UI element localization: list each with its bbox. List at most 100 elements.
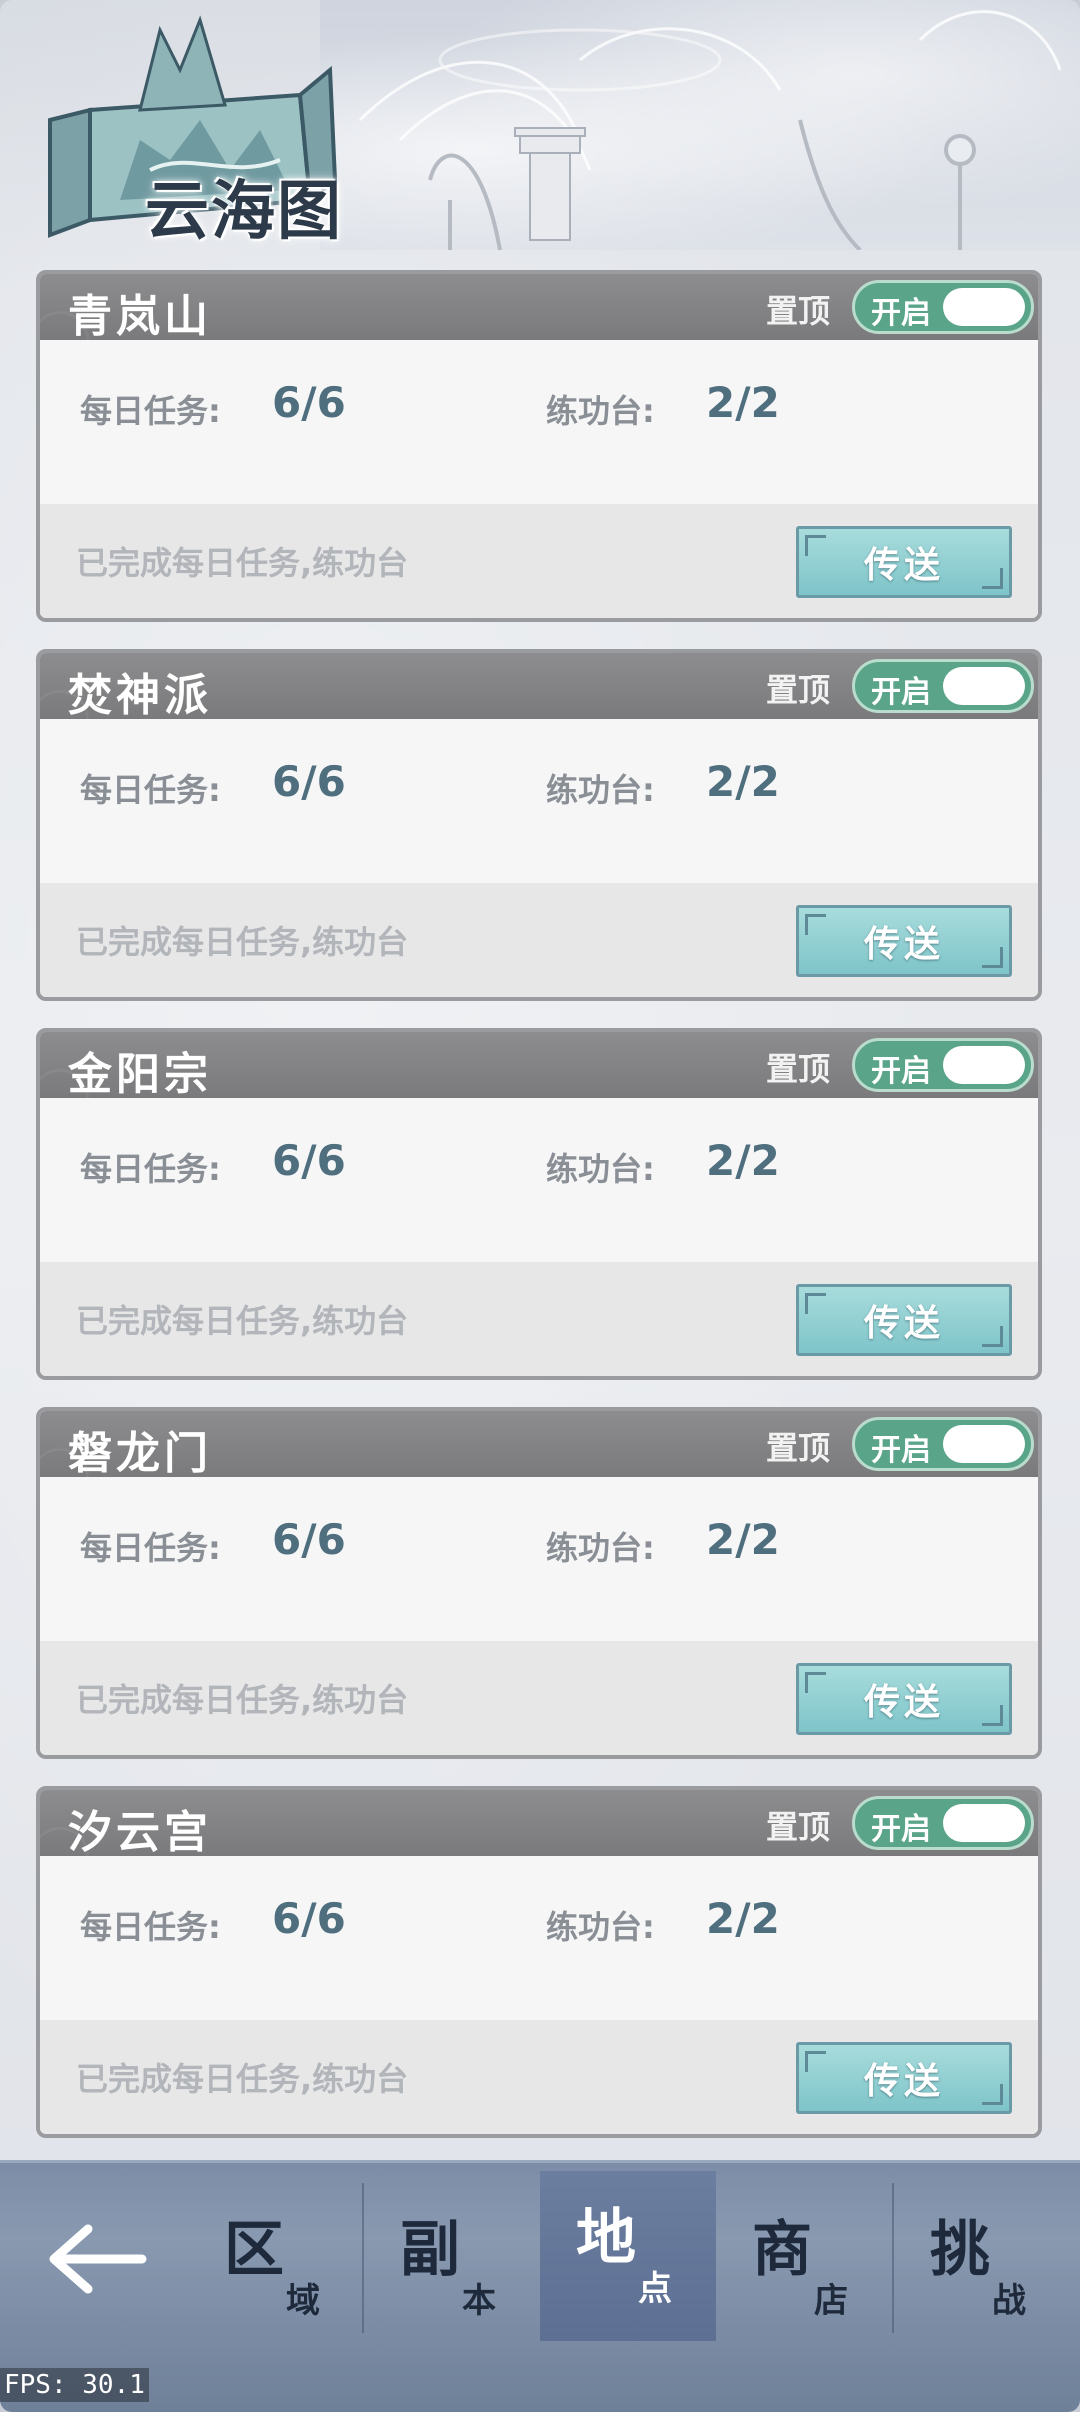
app-window: 云海图 青岚山 置顶 开启 每日任务: 6/6 练功台: 2/2 已完成每日任务…	[0, 0, 1080, 2412]
pin-label: 置顶	[765, 1429, 830, 1467]
nav-tab-main-char: 地	[576, 2203, 636, 2273]
daily-task-label: 每日任务:	[80, 1529, 221, 1567]
location-card: 金阳宗 置顶 开启 每日任务: 6/6 练功台: 2/2 已完成每日任务,练功台…	[36, 1028, 1042, 1380]
toggle-label: 开启	[871, 296, 931, 331]
card-footer: 已完成每日任务,练功台 传送	[40, 1641, 1038, 1755]
nav-tab-main-char: 商	[752, 2215, 812, 2285]
toggle-knob	[943, 1804, 1025, 1842]
teleport-button[interactable]: 传送	[796, 2042, 1012, 2114]
location-name: 青岚山	[68, 291, 212, 342]
card-footer: 已完成每日任务,练功台 传送	[40, 883, 1038, 997]
completion-status: 已完成每日任务,练功台	[76, 923, 409, 961]
pin-toggle[interactable]: 开启	[852, 1796, 1034, 1850]
teleport-label: 传送	[863, 1682, 944, 1723]
location-card: 磐龙门 置顶 开启 每日任务: 6/6 练功台: 2/2 已完成每日任务,练功台…	[36, 1407, 1042, 1759]
toggle-label: 开启	[871, 1054, 931, 1089]
training-label: 练功台:	[546, 1150, 655, 1188]
card-stats: 每日任务: 6/6 练功台: 2/2	[40, 340, 1038, 504]
toggle-knob	[943, 667, 1025, 705]
card-footer: 已完成每日任务,练功台 传送	[40, 2020, 1038, 2134]
teleport-label: 传送	[863, 545, 944, 586]
card-footer: 已完成每日任务,练功台 传送	[40, 1262, 1038, 1376]
nav-tab-sub-char: 域	[286, 2281, 320, 2321]
card-header: 焚神派 置顶 开启	[40, 653, 1038, 721]
location-name: 磐龙门	[68, 1428, 212, 1479]
card-stats: 每日任务: 6/6 练功台: 2/2	[40, 1856, 1038, 2020]
training-label: 练功台:	[546, 392, 655, 430]
location-name: 金阳宗	[68, 1049, 212, 1100]
toggle-label: 开启	[871, 1433, 931, 1468]
pin-toggle[interactable]: 开启	[852, 280, 1034, 334]
daily-task-value: 6/6	[272, 378, 346, 427]
nav-tab-main-char: 挑	[930, 2215, 990, 2285]
location-card: 焚神派 置顶 开启 每日任务: 6/6 练功台: 2/2 已完成每日任务,练功台…	[36, 649, 1042, 1001]
training-value: 2/2	[706, 1515, 780, 1564]
pin-label: 置顶	[765, 292, 830, 330]
card-header: 磐龙门 置顶 开启	[40, 1411, 1038, 1479]
completion-status: 已完成每日任务,练功台	[76, 1302, 409, 1340]
back-arrow-icon[interactable]	[48, 2209, 148, 2309]
pin-label: 置顶	[765, 1050, 830, 1088]
completion-status: 已完成每日任务,练功台	[76, 544, 409, 582]
nav-tab-challenge[interactable]: 挑 战	[894, 2183, 1070, 2333]
pin-toggle[interactable]: 开启	[852, 659, 1034, 713]
nav-tab-location[interactable]: 地 点	[540, 2171, 716, 2341]
training-label: 练功台:	[546, 1908, 655, 1946]
card-stats: 每日任务: 6/6 练功台: 2/2	[40, 1098, 1038, 1262]
nav-tab-sub-char: 本	[462, 2281, 496, 2321]
teleport-button[interactable]: 传送	[796, 1663, 1012, 1735]
toggle-knob	[943, 1046, 1025, 1084]
toggle-label: 开启	[871, 675, 931, 710]
teleport-button[interactable]: 传送	[796, 905, 1012, 977]
location-name: 焚神派	[68, 670, 212, 721]
teleport-button[interactable]: 传送	[796, 1284, 1012, 1356]
header-cloud-illustration	[320, 0, 1080, 252]
training-label: 练功台:	[546, 1529, 655, 1567]
nav-tab-region[interactable]: 区 域	[188, 2183, 364, 2333]
header: 云海图	[0, 0, 1080, 260]
card-footer: 已完成每日任务,练功台 传送	[40, 504, 1038, 618]
pin-toggle[interactable]: 开启	[852, 1038, 1034, 1092]
pin-toggle[interactable]: 开启	[852, 1417, 1034, 1471]
card-header: 汐云宫 置顶 开启	[40, 1790, 1038, 1858]
location-card: 汐云宫 置顶 开启 每日任务: 6/6 练功台: 2/2 已完成每日任务,练功台…	[36, 1786, 1042, 2138]
nav-tab-main-char: 副	[400, 2215, 460, 2285]
nav-tab-shop[interactable]: 商 店	[716, 2183, 892, 2333]
card-stats: 每日任务: 6/6 练功台: 2/2	[40, 719, 1038, 883]
page-title: 云海图	[145, 174, 343, 249]
location-card: 青岚山 置顶 开启 每日任务: 6/6 练功台: 2/2 已完成每日任务,练功台…	[36, 270, 1042, 622]
cloud-gate-illustration	[358, 10, 1062, 252]
training-value: 2/2	[706, 1136, 780, 1185]
daily-task-value: 6/6	[272, 1515, 346, 1564]
training-value: 2/2	[706, 1894, 780, 1943]
daily-task-label: 每日任务:	[80, 1908, 221, 1946]
card-header: 金阳宗 置顶 开启	[40, 1032, 1038, 1100]
daily-task-value: 6/6	[272, 1136, 346, 1185]
location-name: 汐云宫	[68, 1807, 212, 1858]
fps-counter: FPS: 30.1	[0, 2368, 149, 2402]
toggle-knob	[943, 1425, 1025, 1463]
nav-tab-main-char: 区	[224, 2215, 284, 2285]
teleport-button[interactable]: 传送	[796, 526, 1012, 598]
training-value: 2/2	[706, 378, 780, 427]
daily-task-label: 每日任务:	[80, 771, 221, 809]
teleport-label: 传送	[863, 2061, 944, 2102]
nav-tab-sub-char: 战	[992, 2281, 1026, 2321]
toggle-label: 开启	[871, 1812, 931, 1847]
pin-label: 置顶	[765, 671, 830, 709]
completion-status: 已完成每日任务,练功台	[76, 2060, 409, 2098]
bottom-nav-bar: 区 域 副 本 地 点 商 店 挑 战	[0, 2160, 1080, 2412]
daily-task-label: 每日任务:	[80, 1150, 221, 1188]
nav-tab-dungeon[interactable]: 副 本	[364, 2183, 540, 2333]
card-header: 青岚山 置顶 开启	[40, 274, 1038, 342]
teleport-label: 传送	[863, 1303, 944, 1344]
daily-task-value: 6/6	[272, 1894, 346, 1943]
card-stats: 每日任务: 6/6 练功台: 2/2	[40, 1477, 1038, 1641]
pin-label: 置顶	[765, 1808, 830, 1846]
teleport-label: 传送	[863, 924, 944, 965]
toggle-knob	[943, 288, 1025, 326]
nav-tab-sub-char: 点	[638, 2269, 672, 2309]
daily-task-label: 每日任务:	[80, 392, 221, 430]
training-label: 练功台:	[546, 771, 655, 809]
training-value: 2/2	[706, 757, 780, 806]
